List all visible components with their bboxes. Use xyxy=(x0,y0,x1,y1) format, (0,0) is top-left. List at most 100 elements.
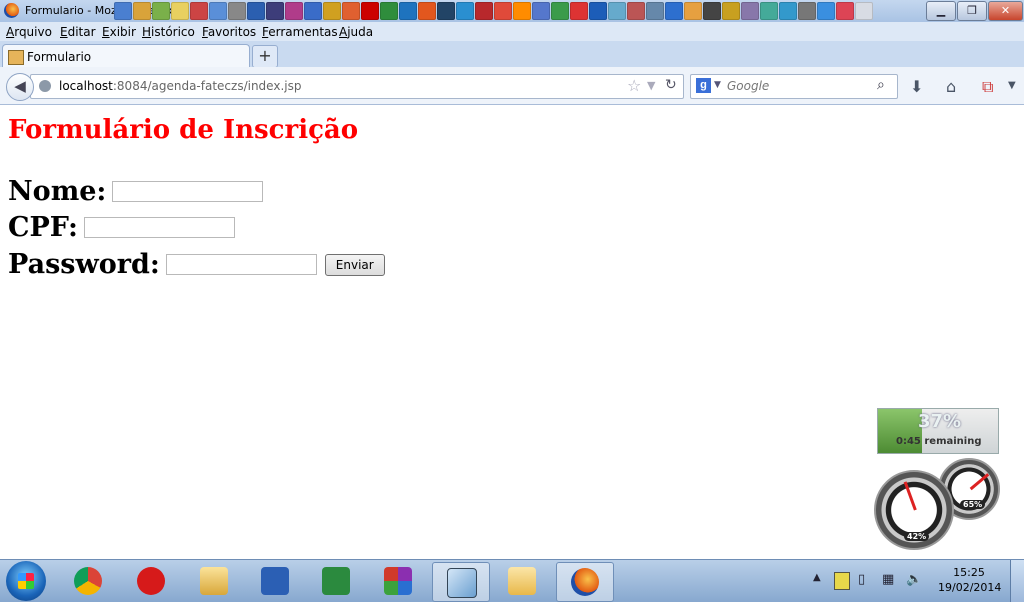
menu-arquivo[interactable]: Arquivo xyxy=(6,25,52,39)
app-icon[interactable] xyxy=(589,2,607,20)
taskbar-virtualbox[interactable] xyxy=(432,562,490,602)
battery-tray-icon[interactable]: ▯ xyxy=(858,572,872,588)
app-icon[interactable] xyxy=(323,2,341,20)
taskbar-firefox[interactable] xyxy=(556,562,614,602)
clock-date: 19/02/2014 xyxy=(938,581,1002,594)
menu-historico[interactable]: Histórico xyxy=(142,25,195,39)
menu-ajuda[interactable]: Ajuda xyxy=(339,25,373,39)
show-desktop-button[interactable] xyxy=(1010,560,1024,602)
search-input[interactable]: Google xyxy=(727,79,769,93)
volume-muted-icon[interactable]: 🔈 xyxy=(906,572,922,588)
app-icon[interactable] xyxy=(152,2,170,20)
tray-expand-icon[interactable]: ▲ xyxy=(813,572,821,583)
cpf-input[interactable] xyxy=(83,217,235,238)
app-icon[interactable] xyxy=(703,2,721,20)
history-dropdown-icon[interactable]: ▼ xyxy=(647,79,655,92)
url-bar[interactable]: localhost:8084/agenda-fateczs/index.jsp … xyxy=(30,74,684,99)
menu-dropdown-icon[interactable]: ▼ xyxy=(1008,80,1016,91)
taskbar-excel[interactable] xyxy=(308,562,364,600)
engine-dropdown-icon[interactable]: ▼ xyxy=(714,80,721,90)
clock[interactable]: 15:25 19/02/2014 xyxy=(938,565,1002,595)
reload-icon[interactable]: ↻ xyxy=(665,77,677,93)
tab-strip: Formulario + xyxy=(0,41,1024,68)
back-button[interactable]: ◀ xyxy=(6,73,34,101)
google-icon[interactable]: g xyxy=(696,78,711,93)
app-icon[interactable] xyxy=(855,2,873,20)
app-icon[interactable] xyxy=(836,2,854,20)
taskbar-explorer[interactable] xyxy=(494,562,550,600)
enviar-button[interactable]: Enviar xyxy=(324,253,385,276)
search-icon[interactable]: ⌕ xyxy=(877,77,885,93)
app-icon[interactable] xyxy=(114,2,132,20)
app-icon[interactable] xyxy=(342,2,360,20)
app-icon[interactable] xyxy=(133,2,151,20)
app-icon[interactable] xyxy=(779,2,797,20)
menu-favoritos[interactable]: Favoritos xyxy=(202,25,256,39)
app-icon[interactable] xyxy=(475,2,493,20)
new-tab-button[interactable]: + xyxy=(252,45,278,68)
app-icon[interactable] xyxy=(285,2,303,20)
cpu-percent: 42% xyxy=(904,532,930,541)
menu-editar[interactable]: Editar xyxy=(60,25,96,39)
taskbar-chrome[interactable] xyxy=(60,562,116,600)
app-icon[interactable] xyxy=(722,2,740,20)
app-icon[interactable] xyxy=(209,2,227,20)
app-icon[interactable] xyxy=(646,2,664,20)
explorer-icon xyxy=(508,567,536,595)
app-icon[interactable] xyxy=(418,2,436,20)
app-icon[interactable] xyxy=(171,2,189,20)
app-icon[interactable] xyxy=(532,2,550,20)
url-text[interactable]: localhost:8084/agenda-fateczs/index.jsp xyxy=(59,79,301,93)
app-icon[interactable] xyxy=(304,2,322,20)
bookmark-star-icon[interactable]: ☆ xyxy=(627,76,641,95)
cpf-row: CPF: xyxy=(8,211,235,243)
app-icon[interactable] xyxy=(627,2,645,20)
app-icon[interactable] xyxy=(513,2,531,20)
app-icon[interactable] xyxy=(437,2,455,20)
app-icon[interactable] xyxy=(665,2,683,20)
app-icon[interactable] xyxy=(190,2,208,20)
app-icon[interactable] xyxy=(228,2,246,20)
page-title: Formulário de Inscrição xyxy=(8,115,359,145)
nome-input[interactable] xyxy=(112,181,264,202)
taskbar-winrar[interactable] xyxy=(370,562,426,600)
addon-icon[interactable]: ⧉ xyxy=(982,77,993,97)
password-row: Password: Enviar xyxy=(8,248,385,280)
app-icon[interactable] xyxy=(741,2,759,20)
battery-gadget[interactable]: 37% 0:45 remaining xyxy=(877,408,999,454)
maximize-button[interactable]: ❐ xyxy=(957,1,987,21)
url-path: :8084/agenda-fateczs/index.jsp xyxy=(112,79,302,93)
page-content: Formulário de Inscrição Nome: CPF: Passw… xyxy=(0,105,1024,559)
app-icon[interactable] xyxy=(798,2,816,20)
menu-ferramentas[interactable]: Ferramentas xyxy=(262,25,338,39)
app-icon[interactable] xyxy=(456,2,474,20)
taskbar-claro[interactable] xyxy=(123,562,179,600)
tab-formulario[interactable]: Formulario xyxy=(2,44,250,68)
app-icon[interactable] xyxy=(608,2,626,20)
menu-exibir[interactable]: Exibir xyxy=(102,25,136,39)
tray-pen-icon[interactable] xyxy=(834,572,850,590)
app-icon[interactable] xyxy=(817,2,835,20)
minimize-button[interactable]: ▁ xyxy=(926,1,956,21)
download-icon[interactable]: ⬇ xyxy=(910,77,923,96)
network-tray-icon[interactable]: ▦ xyxy=(882,572,896,588)
app-icon[interactable] xyxy=(570,2,588,20)
home-icon[interactable]: ⌂ xyxy=(946,77,956,96)
taskbar-mail[interactable] xyxy=(186,562,242,600)
app-icon[interactable] xyxy=(399,2,417,20)
app-icon[interactable] xyxy=(684,2,702,20)
search-bar[interactable]: g ▼ Google ⌕ xyxy=(690,74,898,99)
cpu-gauge[interactable]: 42% xyxy=(874,470,954,550)
app-icon[interactable] xyxy=(380,2,398,20)
start-button[interactable] xyxy=(6,561,46,601)
app-icon[interactable] xyxy=(494,2,512,20)
app-icon[interactable] xyxy=(760,2,778,20)
memory-needle xyxy=(969,472,990,491)
taskbar-word[interactable] xyxy=(247,562,303,600)
close-button[interactable]: ✕ xyxy=(988,1,1023,21)
app-icon[interactable] xyxy=(247,2,265,20)
app-icon[interactable] xyxy=(361,2,379,20)
app-icon[interactable] xyxy=(266,2,284,20)
app-icon[interactable] xyxy=(551,2,569,20)
password-input[interactable] xyxy=(165,254,317,275)
